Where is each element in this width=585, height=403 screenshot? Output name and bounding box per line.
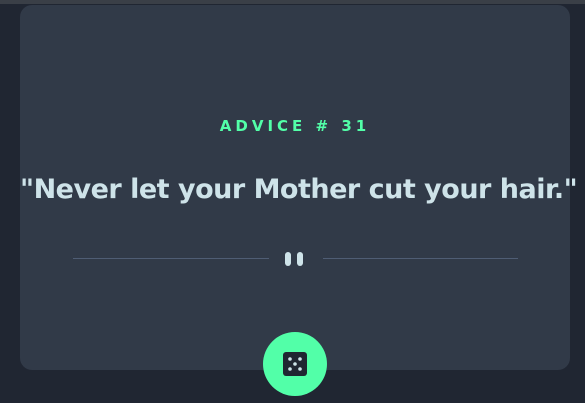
advice-number: ADVICE # 31 <box>219 117 371 135</box>
dice-icon <box>283 352 307 376</box>
divider <box>73 252 518 266</box>
pause-bar <box>285 252 291 266</box>
pause-icon <box>285 252 307 266</box>
pause-bar <box>297 252 303 266</box>
advice-card: ADVICE # 31 "Never let your Mother cut y… <box>20 5 578 370</box>
divider-line-left <box>73 258 269 259</box>
divider-line-right <box>323 258 518 259</box>
new-advice-button[interactable] <box>263 332 327 396</box>
window-top-strip <box>0 0 585 4</box>
advice-quote: "Never let your Mother cut your hair." <box>20 174 578 205</box>
